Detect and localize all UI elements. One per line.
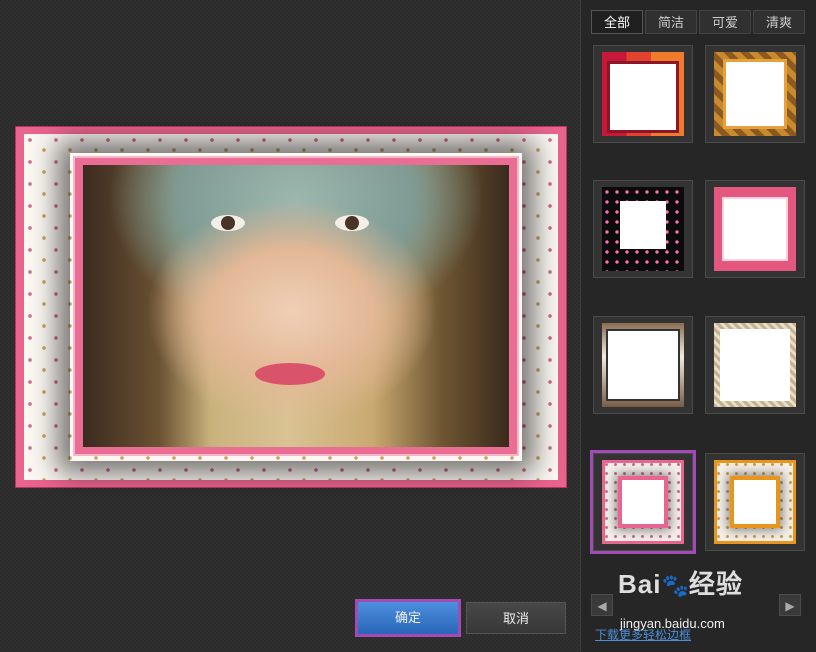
- tab-all[interactable]: 全部: [591, 10, 643, 34]
- confirm-button[interactable]: 确定: [355, 599, 461, 637]
- frame-window: [724, 199, 786, 259]
- frame-thumbnail-8[interactable]: [705, 453, 805, 551]
- frame-window: [720, 329, 790, 401]
- lips: [255, 363, 325, 385]
- frame-window: [610, 64, 676, 130]
- prev-page-icon[interactable]: ◀: [591, 594, 613, 616]
- frame-art: [602, 323, 684, 407]
- frame-thumbnail-6[interactable]: [705, 316, 805, 414]
- inner-frame: [73, 156, 519, 456]
- frame-art: [714, 52, 796, 136]
- frame-window: [608, 331, 678, 399]
- frame-window: [734, 480, 776, 524]
- frame-window: [726, 62, 784, 126]
- thumbnail-pager: ◀ ▶: [591, 594, 801, 616]
- category-tabs: 全部 简洁 可爱 清爽: [591, 10, 807, 34]
- download-more-frames-link[interactable]: 下载更多轻松边框: [595, 626, 691, 643]
- tab-simple[interactable]: 简洁: [645, 10, 697, 34]
- frame-window: [622, 480, 664, 524]
- frame-thumbnail-2[interactable]: [705, 45, 805, 143]
- frame-art: [602, 460, 684, 544]
- frame-thumbnail-4[interactable]: [705, 180, 805, 278]
- frame-thumbnail-1[interactable]: [593, 45, 693, 143]
- frame-window: [620, 201, 666, 249]
- left-eye: [211, 215, 245, 231]
- right-eye: [335, 215, 369, 231]
- frame-thumbnail-7[interactable]: [590, 450, 696, 554]
- frame-preview: [15, 126, 567, 488]
- next-page-icon[interactable]: ▶: [779, 594, 801, 616]
- frame-art: [714, 323, 796, 407]
- frame-thumbnail-3[interactable]: [593, 180, 693, 278]
- tab-fresh[interactable]: 清爽: [753, 10, 805, 34]
- frame-library-panel: 全部 简洁 可爱 清爽 ◀ ▶ 下载更多轻松边框: [580, 0, 816, 652]
- frame-art: [602, 187, 684, 271]
- frame-art: [714, 460, 796, 544]
- frame-art: [714, 187, 796, 271]
- editor-area: 确定 取消: [0, 0, 580, 652]
- portrait-photo: [83, 165, 509, 447]
- frame-art: [602, 52, 684, 136]
- cancel-button[interactable]: 取消: [466, 602, 566, 634]
- tab-cute[interactable]: 可爱: [699, 10, 751, 34]
- frame-thumbnail-5[interactable]: [593, 316, 693, 414]
